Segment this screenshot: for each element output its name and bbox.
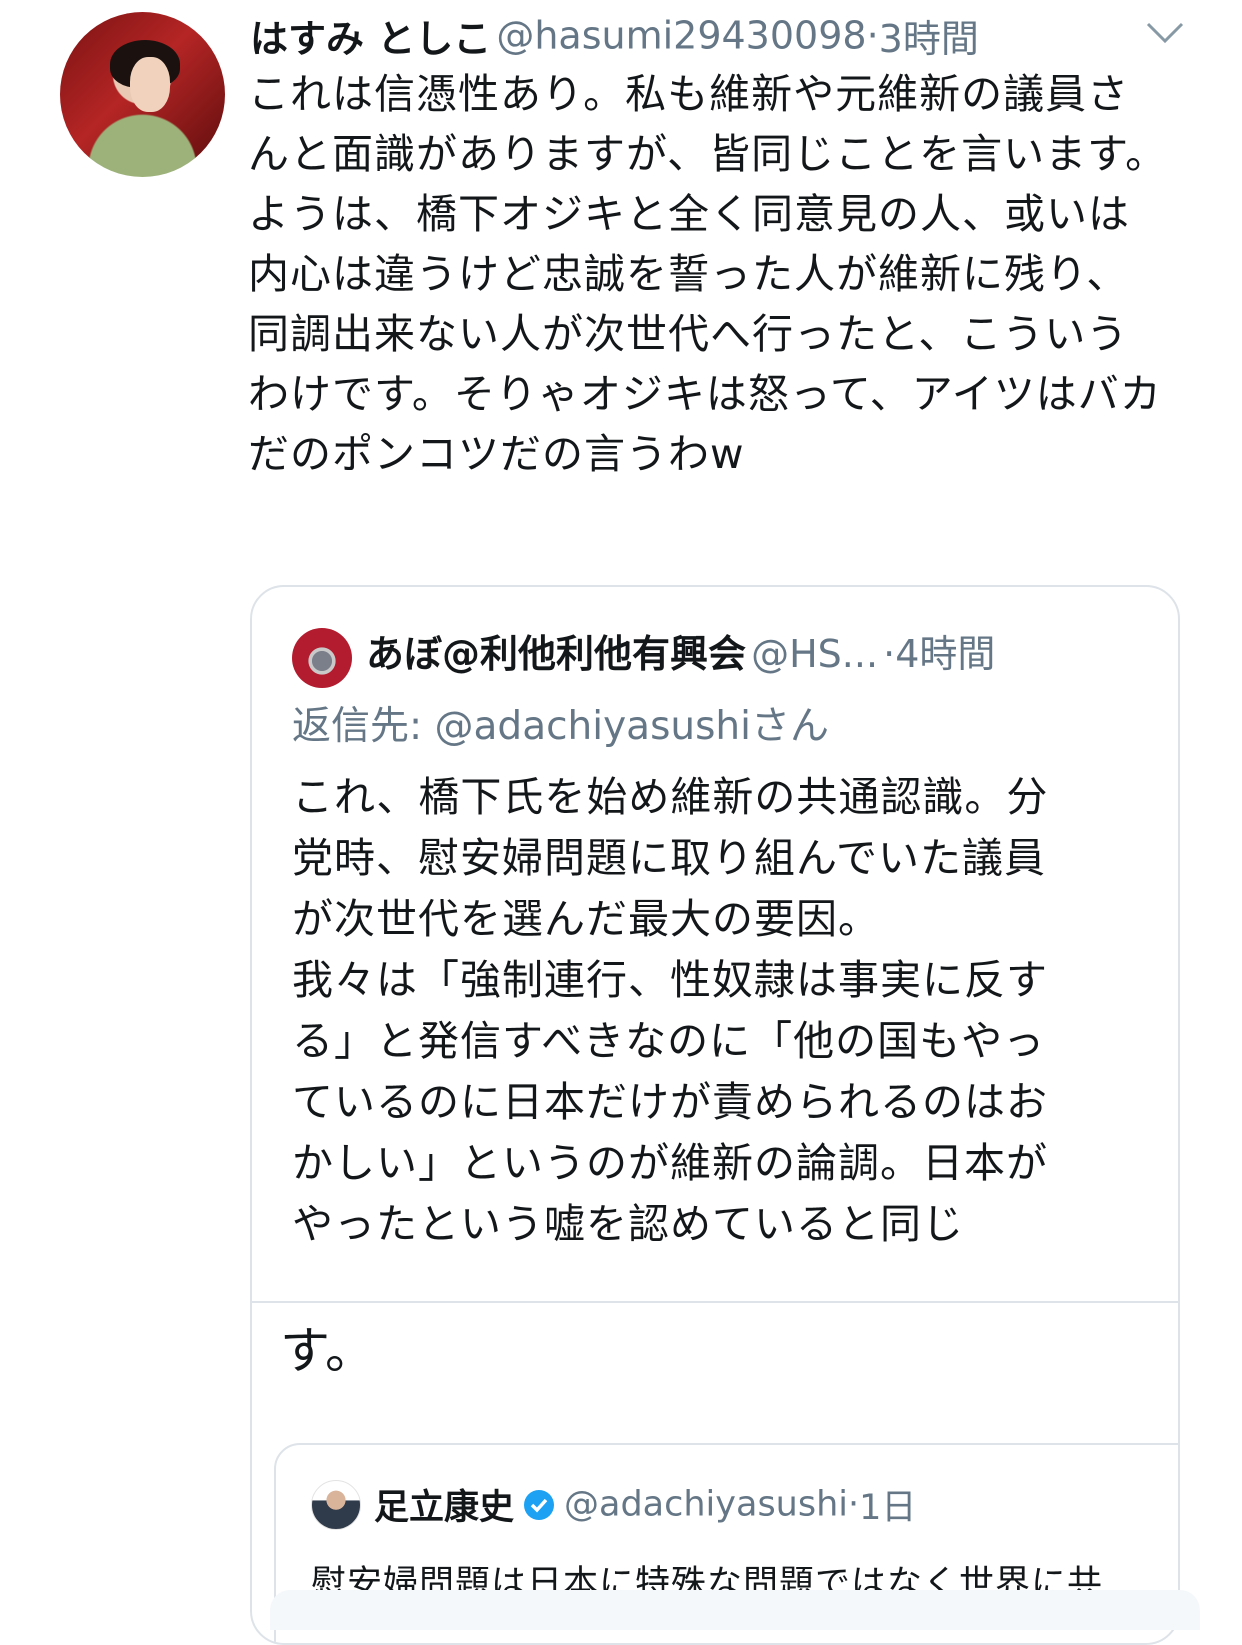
nested-tweet-header: 足立康史 @adachiyasushi·1日 — [374, 1479, 916, 1530]
nested-author-name: 足立康史 — [374, 1488, 515, 1528]
tweet[interactable]: はすみ としこ @hasumi29430098·3時間 これは信憑性あり。私も維… — [0, 0, 1242, 1645]
quoted-tweet-tail: す。 — [280, 1322, 375, 1380]
nested-author-avatar — [311, 1480, 361, 1530]
quoted-author-avatar — [292, 628, 352, 688]
tweet-header: はすみ としこ @hasumi29430098·3時間 — [250, 8, 1190, 61]
quoted-separator-dot: · — [883, 632, 896, 676]
separator-dot: · — [866, 13, 879, 58]
nested-separator-dot: · — [848, 1484, 860, 1525]
verified-badge-icon — [524, 1489, 555, 1520]
quoted-tweet-time: 4時間 — [895, 632, 996, 676]
quoted-author-name: あぼ@利他利他有興会 — [366, 632, 747, 676]
quoted-tweet-body: これ、橋下氏を始め維新の共通認識。分 党時、慰安婦問題に取り組んでいた議員 が次… — [292, 773, 1049, 1248]
tweet-time[interactable]: 3時間 — [879, 17, 979, 61]
author-handle[interactable]: @hasumi29430098 — [496, 14, 866, 58]
author-avatar[interactable] — [60, 12, 225, 177]
nested-tweet-time: 1日 — [859, 1488, 917, 1528]
quoted-divider — [252, 1301, 1178, 1303]
tweet-body: これは信憑性あり。私も維新や元維新の議員さんと面識がありますが、皆同じことを言い… — [248, 70, 1168, 478]
author-name[interactable]: はすみ としこ — [250, 17, 491, 61]
reply-to-label: 返信先: @adachiyasushiさん — [292, 704, 829, 749]
quoted-author-handle: @HS... — [751, 632, 879, 676]
bottom-edge — [270, 1590, 1200, 1630]
chevron-down-icon[interactable] — [1140, 10, 1190, 54]
quoted-tweet-header: あぼ@利他利他有興会 @HS... ·4時間 — [366, 623, 1156, 683]
nested-author-handle: @adachiyasushi — [564, 1484, 848, 1525]
quoted-tweet[interactable]: あぼ@利他利他有興会 @HS... ·4時間 返信先: @adachiyasus… — [250, 585, 1180, 1645]
